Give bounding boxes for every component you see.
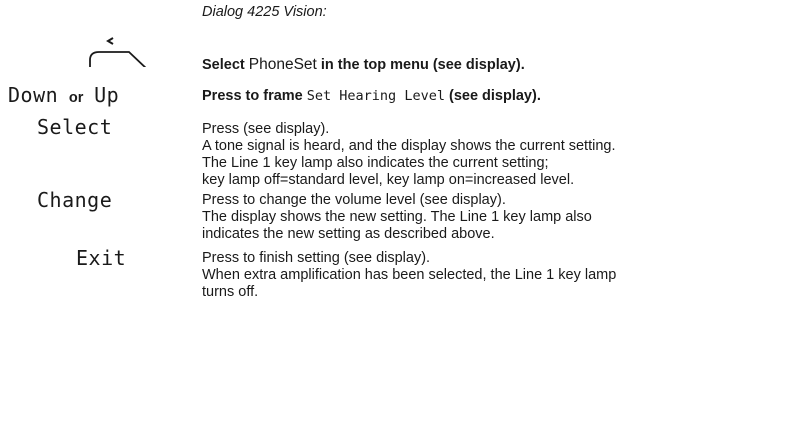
menu-item-phoneset: PhoneSet xyxy=(248,56,317,73)
step-instruction: Press to finish setting (see display). xyxy=(202,250,431,266)
down-up-keys: Down or Up xyxy=(8,83,119,107)
step-post: (see display). xyxy=(448,88,541,104)
step-description-line: key lamp off=standard level, key lamp on… xyxy=(202,172,575,188)
exit-key-label: Exit xyxy=(76,246,127,270)
step-description-line: When extra amplification has been select… xyxy=(202,267,617,283)
change-key-label: Change xyxy=(37,188,113,212)
select-key: Select xyxy=(37,115,112,139)
step-down-up: Press to frame Set Hearing Level (see di… xyxy=(202,88,792,105)
up-key-label: Up xyxy=(94,83,120,107)
step-pre: Press to frame xyxy=(202,88,303,104)
step-select-phoneset: Select PhoneSet in the top menu (see dis… xyxy=(202,56,792,74)
step-description-line: indicates the new setting as described a… xyxy=(202,226,495,242)
down-key-label: Down xyxy=(8,83,59,107)
document-subtitle: Dialog 4225 Vision: xyxy=(202,4,327,20)
or-label: or xyxy=(68,90,84,106)
change-key: Change xyxy=(37,188,112,212)
step-post: in the top menu (see display). xyxy=(320,57,525,73)
step-instruction: Press to change the volume level (see di… xyxy=(202,192,506,208)
exit-key: Exit xyxy=(76,246,126,270)
menu-item-set-hearing-level: Set Hearing Level xyxy=(306,88,445,104)
step-description-line: A tone signal is heard, and the display … xyxy=(202,138,616,154)
step-change: Press to change the volume level (see di… xyxy=(202,192,792,243)
step-pre: Select xyxy=(202,57,245,73)
step-instruction: Press (see display). xyxy=(202,121,330,137)
step-description-line: turns off. xyxy=(202,284,259,300)
step-exit: Press to finish setting (see display). W… xyxy=(202,250,792,301)
step-description-line: The display shows the new setting. The L… xyxy=(202,209,592,225)
step-select: Press (see display). A tone signal is he… xyxy=(202,121,792,189)
select-key-label: Select xyxy=(37,115,113,139)
step-description-line: The Line 1 key lamp also indicates the c… xyxy=(202,155,549,171)
softkey-icon xyxy=(89,37,147,67)
